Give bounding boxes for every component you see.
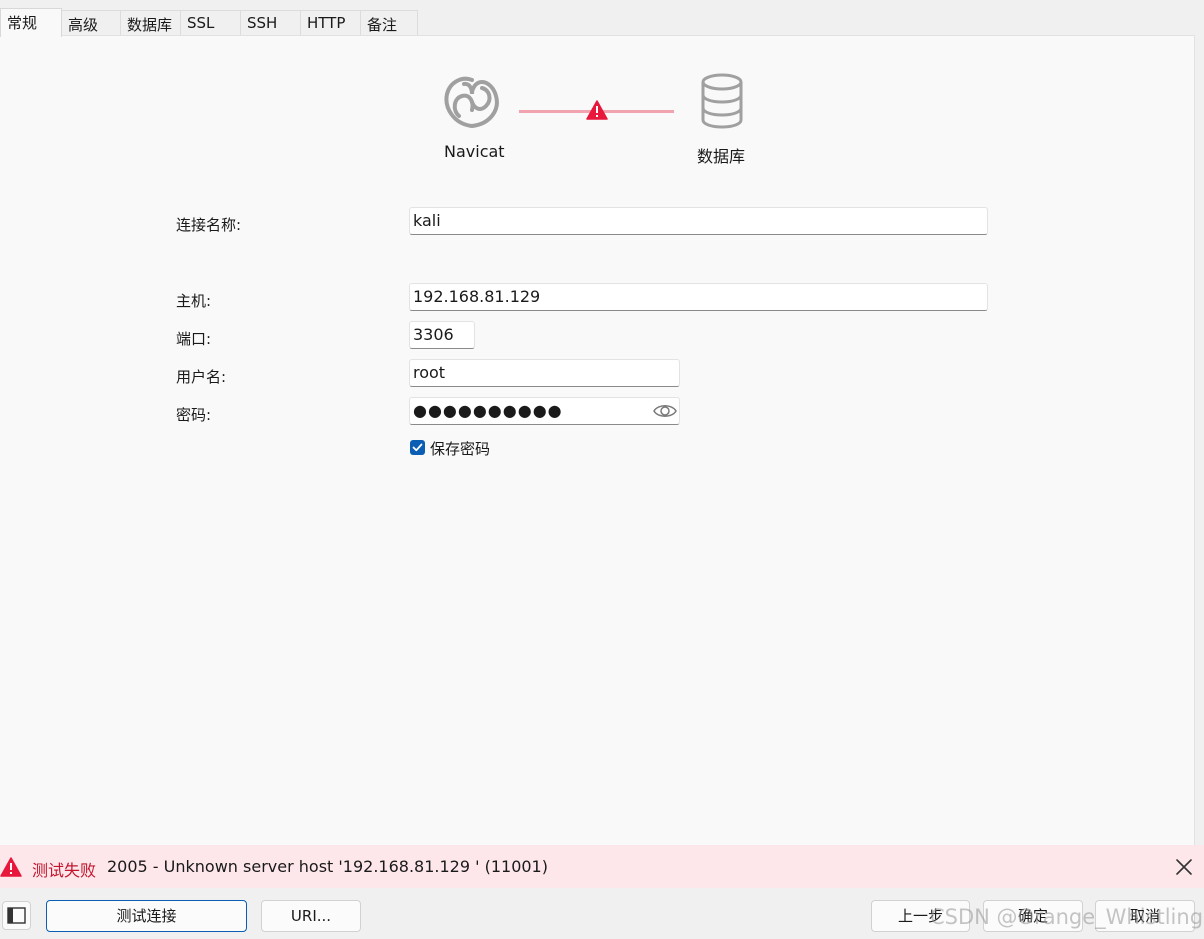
checkmark-icon bbox=[412, 443, 423, 452]
tab-advanced[interactable]: 高级 bbox=[61, 10, 121, 36]
error-bar: 测试失败 2005 - Unknown server host '192.168… bbox=[0, 845, 1204, 888]
test-connection-button[interactable]: 测试连接 bbox=[46, 900, 247, 932]
connection-warning-icon bbox=[586, 100, 608, 120]
toggle-sidebar-button[interactable] bbox=[2, 901, 31, 930]
connection-name-input[interactable]: kali bbox=[409, 207, 988, 235]
host-label: 主机: bbox=[176, 292, 212, 310]
uri-button[interactable]: URI... bbox=[261, 900, 361, 932]
error-warning-icon bbox=[0, 857, 22, 877]
error-title: 测试失败 bbox=[32, 861, 97, 880]
database-icon bbox=[701, 73, 743, 129]
connection-name-label: 连接名称: bbox=[176, 216, 242, 234]
save-password-checkbox[interactable] bbox=[410, 440, 425, 455]
port-input[interactable]: 3306 bbox=[409, 321, 475, 349]
sidebar-panel-icon bbox=[7, 907, 26, 924]
navicat-logo-icon bbox=[444, 76, 499, 129]
tab-general[interactable]: 常规 bbox=[0, 8, 62, 37]
general-panel bbox=[0, 35, 1195, 847]
port-label: 端口: bbox=[176, 330, 212, 348]
tab-http[interactable]: HTTP bbox=[300, 10, 361, 36]
password-label: 密码: bbox=[176, 406, 212, 424]
save-password-label[interactable]: 保存密码 bbox=[430, 438, 490, 459]
host-input[interactable]: 192.168.81.129 bbox=[409, 283, 988, 311]
password-input[interactable]: ●●●●●●●●●● bbox=[409, 397, 680, 425]
error-message: 2005 - Unknown server host '192.168.81.1… bbox=[107, 857, 548, 876]
username-label: 用户名: bbox=[176, 368, 227, 386]
show-password-eye-icon[interactable] bbox=[653, 401, 677, 421]
close-icon[interactable] bbox=[1174, 857, 1194, 877]
tab-ssh[interactable]: SSH bbox=[240, 10, 301, 36]
username-input[interactable]: root bbox=[409, 359, 680, 387]
tab-ssl[interactable]: SSL bbox=[180, 10, 241, 36]
tab-notes[interactable]: 备注 bbox=[360, 10, 418, 36]
tab-database[interactable]: 数据库 bbox=[120, 10, 181, 36]
password-value: ●●●●●●●●●● bbox=[413, 401, 563, 420]
tab-bar: 常规 高级 数据库 SSL SSH HTTP 备注 bbox=[0, 8, 1204, 37]
database-label: 数据库 bbox=[697, 147, 746, 166]
navicat-label: Navicat bbox=[444, 142, 505, 161]
watermark: CSDN @Orange_Whistling bbox=[930, 905, 1204, 929]
